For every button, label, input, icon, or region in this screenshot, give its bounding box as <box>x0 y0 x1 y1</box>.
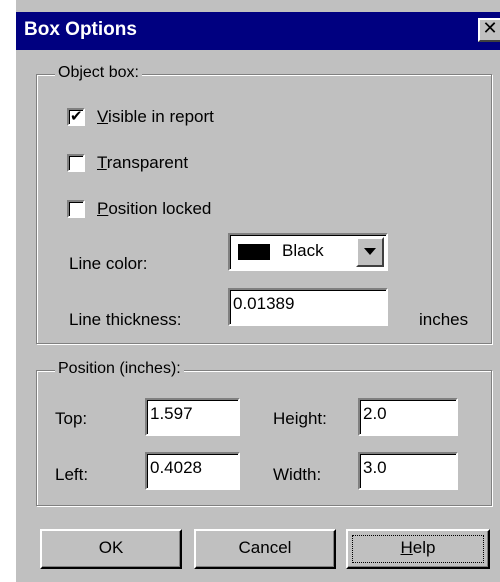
visible-in-report-checkbox[interactable]: ✔ <box>67 107 85 126</box>
line-color-select[interactable]: Black <box>228 233 388 271</box>
line-color-label: Line color: <box>69 254 148 273</box>
line-color-dropdown-button[interactable] <box>356 237 384 267</box>
ok-button[interactable]: OK <box>40 529 182 569</box>
line-thickness-label: Line thickness: <box>69 310 182 329</box>
top-input[interactable]: 1.597 <box>145 398 240 436</box>
position-locked-label: Position locked <box>97 199 212 218</box>
line-thickness-unit: inches <box>419 310 469 329</box>
cancel-button[interactable]: Cancel <box>194 529 336 569</box>
line-thickness-input[interactable]: 0.01389 <box>228 288 388 326</box>
position-locked-checkbox[interactable] <box>67 200 85 218</box>
box-options-dialog: Box Options ✕ Object box: ✔ Visible in r… <box>0 0 500 582</box>
width-input[interactable]: 3.0 <box>358 452 458 490</box>
height-label: Height: <box>273 409 327 428</box>
height-input[interactable]: 2.0 <box>358 398 458 436</box>
transparent-label: Transparent <box>97 153 189 172</box>
background-edge <box>0 0 16 582</box>
width-label: Width: <box>273 465 322 484</box>
help-button-label: Help <box>400 538 436 557</box>
position-locked-checkbox-row[interactable]: Position locked <box>67 199 211 219</box>
dialog-body: Object box: ✔ Visible in report Transpar… <box>16 50 500 582</box>
visible-in-report-checkbox-row[interactable]: ✔ Visible in report <box>67 107 214 127</box>
transparent-checkbox[interactable] <box>67 154 85 172</box>
object-box-legend: Object box: <box>55 64 142 82</box>
title-bar: Box Options ✕ <box>16 12 500 50</box>
visible-in-report-label: Visible in report <box>97 107 214 126</box>
chevron-down-icon <box>364 248 376 255</box>
black-color-swatch <box>238 244 270 260</box>
close-button[interactable]: ✕ <box>478 18 500 42</box>
help-button[interactable]: Help <box>346 529 490 569</box>
dialog-title: Box Options <box>24 19 137 40</box>
close-icon: ✕ <box>482 18 498 39</box>
left-label: Left: <box>55 465 89 484</box>
position-legend: Position (inches): <box>55 360 184 378</box>
line-color-value: Black <box>282 241 324 260</box>
checkmark-icon: ✔ <box>70 107 83 125</box>
top-label: Top: <box>55 409 88 428</box>
left-input[interactable]: 0.4028 <box>145 452 240 490</box>
transparent-checkbox-row[interactable]: Transparent <box>67 153 188 173</box>
